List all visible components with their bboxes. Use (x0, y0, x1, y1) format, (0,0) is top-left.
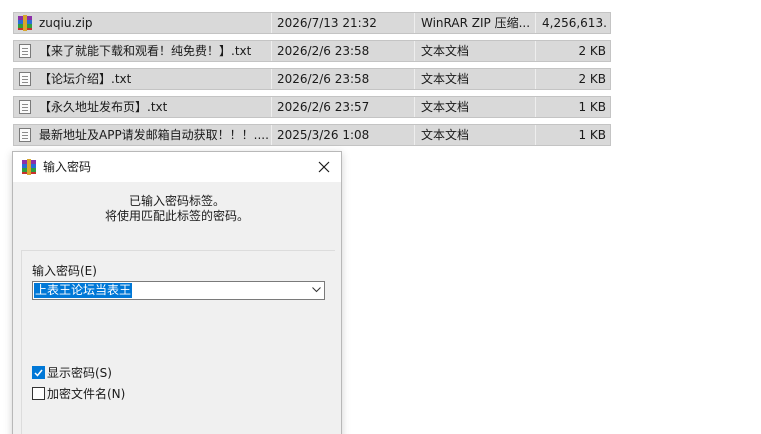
file-date: 2026/2/6 23:58 (277, 72, 370, 86)
column-separator (535, 69, 536, 89)
file-size: 1 KB (578, 100, 606, 114)
winrar-icon (22, 159, 36, 175)
dropdown-button[interactable] (310, 284, 322, 296)
file-size: 1 KB (578, 128, 606, 142)
file-date: 2025/3/26 1:08 (277, 128, 370, 142)
text-file-icon (19, 128, 31, 142)
file-name-cell: 【来了就能下载和观看！纯免费！】.txt (14, 41, 269, 61)
dialog-titlebar[interactable]: 输入密码 (13, 152, 341, 182)
file-name: 最新地址及APP请发邮箱自动获取！！！.... (39, 128, 269, 142)
file-size: 4,256,613... (542, 16, 606, 30)
close-button[interactable] (311, 154, 337, 180)
file-name: 【永久地址发布页】.txt (39, 100, 168, 114)
column-separator (535, 97, 536, 117)
file-size: 2 KB (578, 44, 606, 58)
file-row[interactable]: 【来了就能下载和观看！纯免费！】.txt 2026/2/6 23:58 文本文档… (13, 40, 611, 62)
close-icon (318, 161, 330, 173)
file-size: 2 KB (578, 72, 606, 86)
column-separator (271, 13, 272, 33)
file-date: 2026/7/13 21:32 (277, 16, 377, 30)
column-separator (271, 41, 272, 61)
password-label-info: 已输入密码标签。 将使用匹配此标签的密码。 (13, 194, 341, 224)
password-dialog: 输入密码 已输入密码标签。 将使用匹配此标签的密码。 输入密码(E) 上表王论坛… (12, 151, 342, 434)
show-password-label: 显示密码(S) (47, 366, 112, 380)
column-separator (535, 125, 536, 145)
file-type: 文本文档 (421, 44, 470, 58)
file-name: zuqiu.zip (39, 16, 93, 30)
encrypt-filenames-label: 加密文件名(N) (47, 387, 126, 401)
file-name: 【论坛介绍】.txt (39, 72, 132, 86)
column-separator (414, 125, 415, 145)
file-type: 文本文档 (421, 128, 470, 142)
checkmark-icon (34, 369, 43, 377)
column-separator (271, 69, 272, 89)
file-date: 2026/2/6 23:58 (277, 44, 370, 58)
show-password-checkbox[interactable]: 显示密码(S) (32, 364, 112, 381)
checkbox-box[interactable] (32, 366, 45, 379)
file-name-cell: 【论坛介绍】.txt (14, 69, 269, 89)
column-separator (414, 97, 415, 117)
column-separator (535, 41, 536, 61)
file-row[interactable]: 【论坛介绍】.txt 2026/2/6 23:58 文本文档 2 KB (13, 68, 611, 90)
file-list: zuqiu.zip 2026/7/13 21:32 WinRAR ZIP 压缩.… (13, 12, 611, 152)
column-separator (414, 41, 415, 61)
text-file-icon (19, 44, 31, 58)
text-file-icon (19, 72, 31, 86)
info-line: 将使用匹配此标签的密码。 (104, 209, 249, 223)
file-date: 2026/2/6 23:57 (277, 100, 370, 114)
password-field-label: 输入密码(E) (32, 264, 97, 278)
file-type: 文本文档 (421, 72, 470, 86)
winrar-icon (18, 15, 32, 31)
password-input[interactable]: 上表王论坛当表王 (34, 283, 133, 298)
text-file-icon (19, 100, 31, 114)
file-name-cell: 【永久地址发布页】.txt (14, 97, 269, 117)
file-row[interactable]: 最新地址及APP请发邮箱自动获取！！！.... 2025/3/26 1:08 文… (13, 124, 611, 146)
chevron-down-icon (311, 287, 321, 293)
column-separator (271, 125, 272, 145)
file-type: WinRAR ZIP 压缩... (421, 16, 531, 30)
password-combobox[interactable]: 上表王论坛当表王 (32, 281, 325, 300)
file-row[interactable]: zuqiu.zip 2026/7/13 21:32 WinRAR ZIP 压缩.… (13, 12, 611, 34)
file-name-cell: 最新地址及APP请发邮箱自动获取！！！.... (14, 125, 269, 145)
column-separator (414, 13, 415, 33)
info-line: 已输入密码标签。 (128, 194, 225, 208)
encrypt-filenames-checkbox[interactable]: 加密文件名(N) (32, 385, 125, 402)
dialog-title: 输入密码 (43, 160, 92, 174)
password-panel: 输入密码(E) 上表王论坛当表王 显示密码(S) 加密文件名(N) (21, 250, 335, 434)
column-separator (414, 69, 415, 89)
file-row[interactable]: 【永久地址发布页】.txt 2026/2/6 23:57 文本文档 1 KB (13, 96, 611, 118)
file-name-cell: zuqiu.zip (14, 13, 269, 33)
column-separator (535, 13, 536, 33)
checkbox-box[interactable] (32, 387, 45, 400)
file-type: 文本文档 (421, 100, 470, 114)
file-name: 【来了就能下载和观看！纯免费！】.txt (39, 44, 252, 58)
column-separator (271, 97, 272, 117)
